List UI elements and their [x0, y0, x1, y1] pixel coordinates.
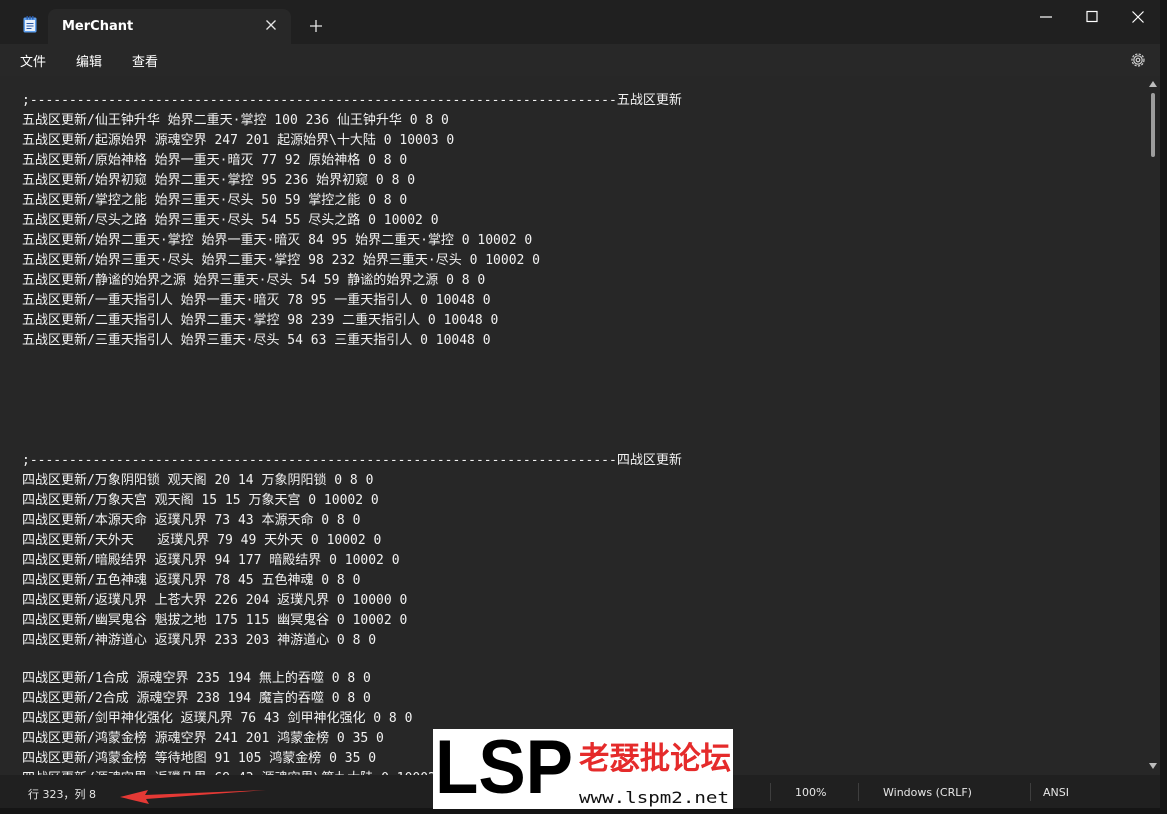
- text-line: 四战区更新/神游道心 返璞凡界 233 203 神游道心 0 8 0: [22, 633, 377, 648]
- editor-content: ;---------------------------------------…: [22, 91, 682, 775]
- vertical-scrollbar[interactable]: [1146, 77, 1160, 775]
- status-divider: [858, 783, 859, 801]
- scroll-thumb[interactable]: [1151, 93, 1155, 157]
- tab-merchant[interactable]: MerChant: [48, 9, 291, 44]
- text-line: 四战区更新/返璞凡界 上苍大界 226 204 返璞凡界 0 10000 0: [22, 593, 408, 608]
- text-line: [22, 371, 682, 391]
- menu-bar: 文件 编辑 查看: [0, 44, 1160, 76]
- text-line: [22, 651, 682, 669]
- watermark-logo: LSP 老瑟批论坛 www.lspm2.net: [433, 729, 733, 809]
- status-divider: [770, 783, 771, 801]
- text-line: [22, 391, 682, 411]
- text-line: [22, 351, 682, 371]
- status-divider: [1030, 783, 1031, 801]
- minimize-icon[interactable]: [1036, 8, 1056, 26]
- svg-text:LSP: LSP: [435, 729, 573, 809]
- text-line: 四战区更新/2合成 源魂空界 238 194 魔言的吞噬 0 8 0: [22, 691, 371, 706]
- desktop-background: [1160, 0, 1167, 814]
- maximize-icon[interactable]: [1082, 8, 1102, 26]
- text-line: 四战区更新/1合成 源魂空界 235 194 無上的吞噬 0 8 0: [22, 671, 371, 686]
- title-bar: MerChant: [0, 0, 1160, 44]
- gear-icon[interactable]: [1129, 51, 1147, 69]
- text-line: 四战区更新/天外天 返璞凡界 79 49 天外天 0 10002 0: [22, 533, 382, 548]
- zoom-level[interactable]: 100%: [795, 786, 826, 799]
- close-icon[interactable]: [1128, 8, 1148, 26]
- tab-title: MerChant: [62, 19, 134, 34]
- close-icon[interactable]: [263, 17, 279, 33]
- cursor-position: 行 323，列 8: [28, 788, 96, 801]
- scroll-up-icon[interactable]: [1149, 81, 1157, 87]
- text-line: [22, 431, 682, 451]
- text-line: 四战区更新/暗殿结界 返璞凡界 94 177 暗殿结界 0 10002 0: [22, 553, 400, 568]
- text-line: 五战区更新/仙王钟升华 始界二重天·掌控 100 236 仙王钟升华 0 8 0: [22, 113, 449, 128]
- line-ending[interactable]: Windows (CRLF): [883, 786, 972, 799]
- text-line: 四战区更新/万象天宫 观天阁 15 15 万象天宫 0 10002 0: [22, 493, 379, 508]
- text-line: 四战区更新/剑甲神化强化 返璞凡界 76 43 剑甲神化强化 0 8 0: [22, 711, 413, 726]
- svg-text:www.lspm2.net: www.lspm2.net: [579, 788, 729, 807]
- menu-edit[interactable]: 编辑: [76, 51, 102, 70]
- menu-file[interactable]: 文件: [20, 51, 46, 70]
- text-editor[interactable]: ;---------------------------------------…: [0, 77, 1146, 775]
- text-line: 四战区更新/本源天命 返璞凡界 73 43 本源天命 0 8 0: [22, 513, 361, 528]
- text-line: 五战区更新/始界初窥 始界二重天·掌控 95 236 始界初窥 0 8 0: [22, 173, 416, 188]
- scroll-down-icon[interactable]: [1149, 763, 1157, 769]
- notepad-icon: [23, 16, 37, 33]
- plus-icon[interactable]: [307, 17, 325, 35]
- text-line: 五战区更新/原始神格 始界一重天·暗灭 77 92 原始神格 0 8 0: [22, 153, 408, 168]
- text-line: 四战区更新/五色神魂 返璞凡界 78 45 五色神魂 0 8 0: [22, 573, 361, 588]
- svg-text:老瑟批论坛: 老瑟批论坛: [579, 741, 731, 777]
- text-line: 五战区更新/始界二重天·掌控 始界一重天·暗灭 84 95 始界二重天·掌控 0…: [22, 233, 533, 248]
- text-line: 五战区更新/掌控之能 始界三重天·尽头 50 59 掌控之能 0 8 0: [22, 193, 408, 208]
- notepad-window: MerChant 文件 编辑 查看 ;---------------------…: [0, 0, 1160, 808]
- text-line: 五战区更新/始界三重天·尽头 始界二重天·掌控 98 232 始界三重天·尽头 …: [22, 253, 541, 268]
- text-line: 五战区更新/三重天指引人 始界三重天·尽头 54 63 三重天指引人 0 100…: [22, 333, 491, 348]
- text-line: [22, 411, 682, 431]
- text-line: 四战区更新/幽冥鬼谷 魁拔之地 175 115 幽冥鬼谷 0 10002 0: [22, 613, 408, 628]
- text-line: 四战区更新/万象阴阳锁 观天阁 20 14 万象阴阳锁 0 8 0: [22, 473, 374, 488]
- text-line: 五战区更新/静谧的始界之源 始界三重天·尽头 54 59 静谧的始界之源 0 8…: [22, 273, 486, 288]
- annotation-arrow-icon: [120, 790, 266, 804]
- text-line: 五战区更新/尽头之路 始界三重天·尽头 54 55 尽头之路 0 10002 0: [22, 213, 439, 228]
- encoding[interactable]: ANSI: [1043, 786, 1069, 799]
- menu-view[interactable]: 查看: [132, 51, 158, 70]
- text-line: ;---------------------------------------…: [22, 93, 682, 108]
- text-line: 五战区更新/一重天指引人 始界一重天·暗灭 78 95 一重天指引人 0 100…: [22, 293, 491, 308]
- text-line: ;---------------------------------------…: [22, 453, 682, 468]
- text-line: 五战区更新/二重天指引人 始界二重天·掌控 98 239 二重天指引人 0 10…: [22, 313, 499, 328]
- text-line: 五战区更新/起源始界 源魂空界 247 201 起源始界\十大陆 0 10003…: [22, 133, 455, 148]
